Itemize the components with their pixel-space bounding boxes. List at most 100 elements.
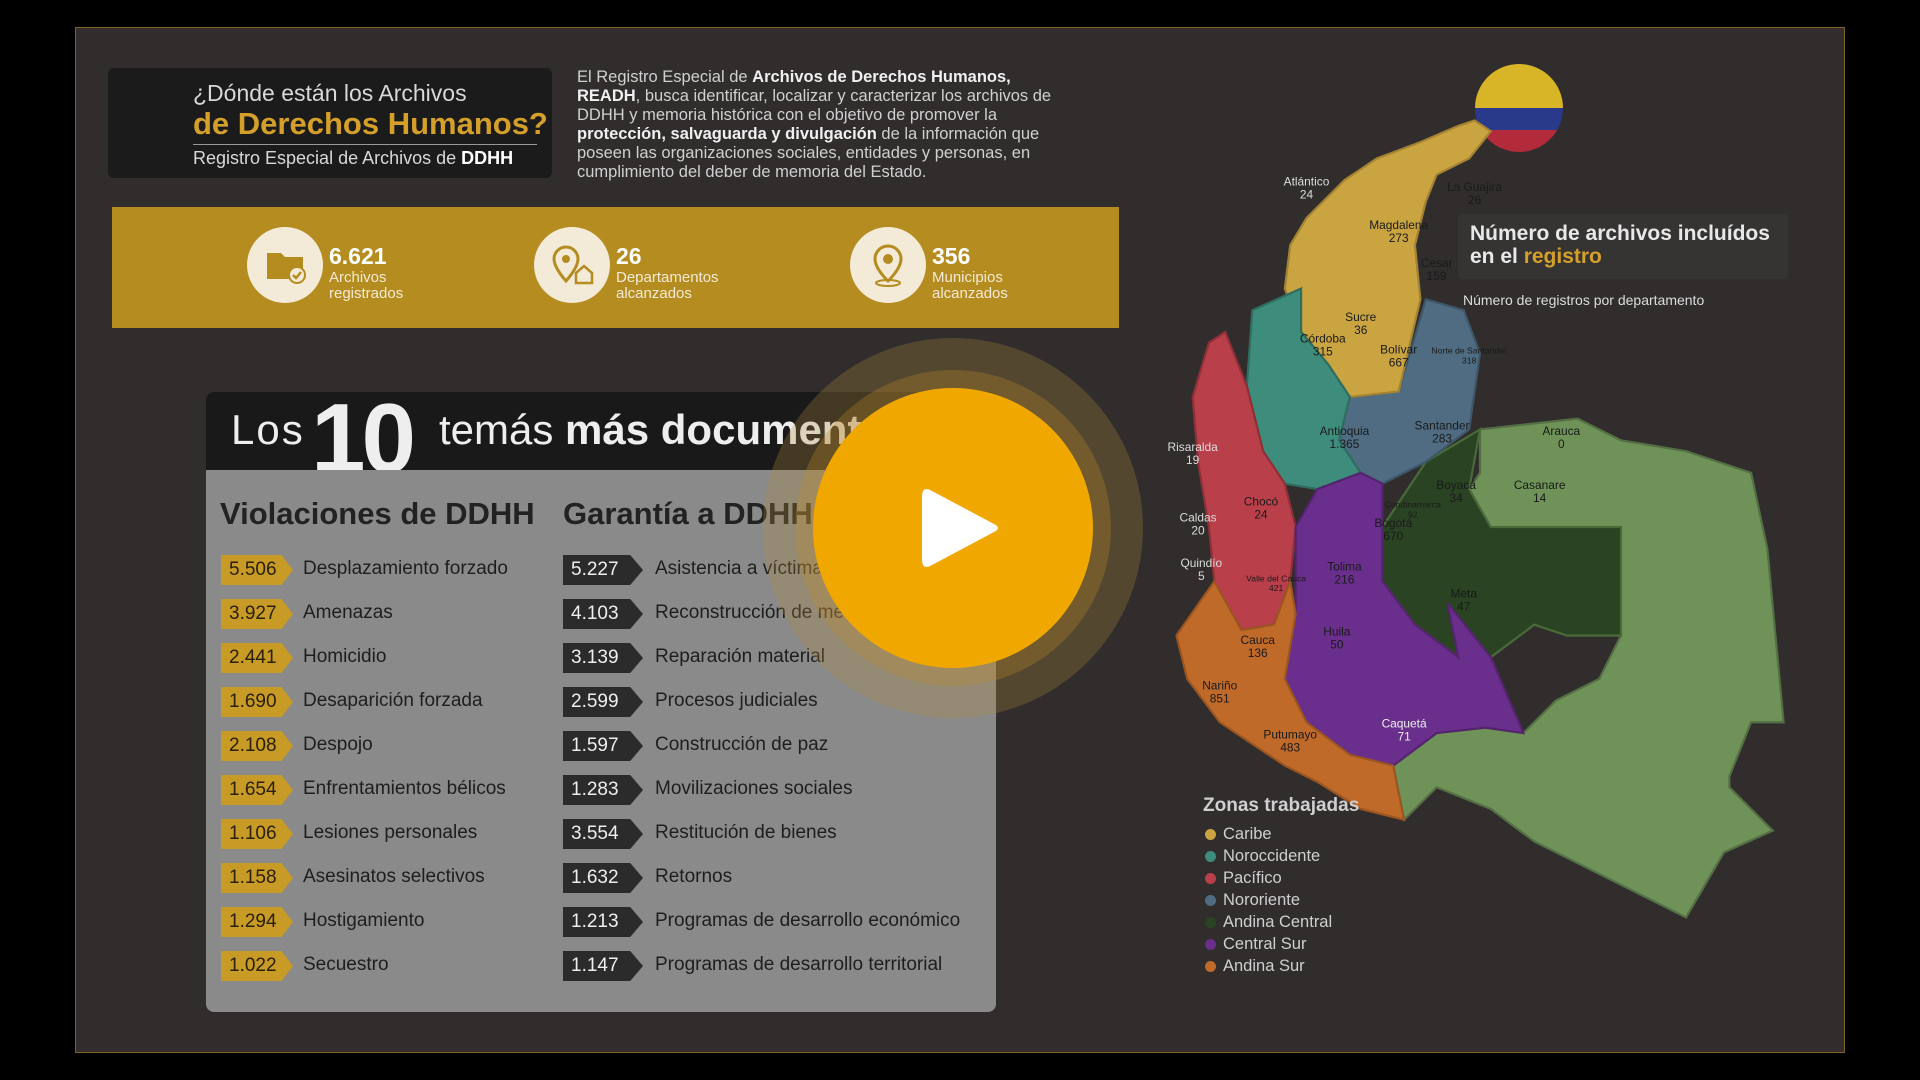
legend-item: Central Sur <box>1203 933 1359 955</box>
dept-name: Cesar <box>1421 256 1453 270</box>
legend-label: Caribe <box>1223 825 1272 843</box>
dept-value: 851 <box>1210 692 1230 706</box>
dept-value: 5 <box>1198 569 1205 583</box>
count-badge: 3.927 <box>221 599 293 629</box>
dept-name: Bogotá <box>1374 516 1412 530</box>
legend-dot <box>1205 829 1216 840</box>
topic-label: Programas de desarrollo económico <box>655 910 961 931</box>
legend-title: Zonas trabajadas <box>1203 795 1360 816</box>
stat-label: Archivos registrados <box>329 269 404 302</box>
dept-value: 159 <box>1427 269 1447 283</box>
legend-item: Andina Sur <box>1203 955 1359 977</box>
title-block: ¿Dónde están los Archivos de Derechos Hu… <box>108 68 552 178</box>
topic-label: Asesinatos selectivos <box>303 866 485 887</box>
legend-dot <box>1205 895 1216 906</box>
folder-check-icon <box>247 227 323 303</box>
count-badge: 2.108 <box>221 731 293 761</box>
count-badge: 3.554 <box>563 819 643 849</box>
dept-value: 0 <box>1558 437 1565 451</box>
legend-dot <box>1205 917 1216 928</box>
dept-value: 24 <box>1300 187 1314 201</box>
dept-name: Caquetá <box>1382 717 1427 731</box>
dept-value: 1.365 <box>1330 437 1360 451</box>
dept-name: Arauca <box>1542 424 1580 438</box>
location-pin-icon <box>850 227 926 303</box>
violaciones-title: Violaciones de DDHH <box>220 496 535 531</box>
dept-name: Risaralda <box>1168 440 1219 454</box>
dept-value: 24 <box>1254 507 1268 521</box>
count-badge: 1.158 <box>221 863 293 893</box>
legend-dot <box>1205 939 1216 950</box>
dept-name: Atlántico <box>1284 174 1330 188</box>
dept-name: Nariño <box>1202 679 1237 693</box>
title-line-1: ¿Dónde están los Archivos <box>193 80 467 106</box>
topic-label: Hostigamiento <box>303 910 425 931</box>
topic-label: Restitución de bienes <box>655 822 837 843</box>
stats-bar: 6.621 Archivos registrados 26 Departamen… <box>112 207 1119 328</box>
legend-item: Pacífico <box>1203 867 1359 889</box>
dept-value: 216 <box>1335 572 1355 586</box>
topic-label: Enfrentamientos bélicos <box>303 778 506 799</box>
legend-label: Andina Sur <box>1223 957 1305 975</box>
play-button[interactable] <box>760 335 1146 721</box>
dept-name: Antioquia <box>1320 424 1370 438</box>
map-legend: Zonas trabajadas Caribe Noroccidente Pacíf… <box>1203 795 1359 977</box>
legend-item: Andina Central <box>1203 911 1359 933</box>
stat-value: 6.621 <box>329 243 387 269</box>
title-line-2: de Derechos Humanos? <box>193 106 548 141</box>
dept-name: Boyacá <box>1436 478 1476 492</box>
dept-value: 26 <box>1468 193 1482 207</box>
topic-label: Despojo <box>303 734 373 755</box>
dept-value: 36 <box>1354 323 1368 337</box>
dept-value: 34 <box>1450 491 1464 505</box>
count-badge: 1.283 <box>563 775 643 805</box>
dept-name: Santander <box>1415 418 1470 432</box>
dept-name: Sucre <box>1345 310 1376 324</box>
dept-name: Norte de Santander <box>1431 346 1507 356</box>
count-badge: 1.294 <box>221 907 293 937</box>
topic-label: Programas de desarrollo territorial <box>655 954 943 975</box>
location-home-icon <box>534 227 610 303</box>
legend-label: Pacífico <box>1223 869 1282 887</box>
count-badge: 1.632 <box>563 863 643 893</box>
dept-name: Cauca <box>1240 633 1275 647</box>
legend-label: Nororiente <box>1223 891 1301 909</box>
dept-name: Córdoba <box>1300 332 1346 346</box>
legend-item: Caribe <box>1203 823 1359 845</box>
dept-name: La Guajira <box>1447 180 1502 194</box>
dept-name: Chocó <box>1244 494 1279 508</box>
count-badge: 4.103 <box>563 599 643 629</box>
dept-value: 273 <box>1389 231 1409 245</box>
legend-label: Central Sur <box>1223 935 1307 953</box>
dept-value: 483 <box>1280 741 1300 755</box>
legend-label: Andina Central <box>1223 913 1333 931</box>
topic-label: Movilizaciones sociales <box>655 778 853 799</box>
legend-items: Caribe Noroccidente Pacífico Nororiente Andi… <box>1203 823 1359 977</box>
count-badge: 1.597 <box>563 731 643 761</box>
dept-value: 19 <box>1186 453 1200 467</box>
dept-name: Cundinamarca <box>1385 500 1441 510</box>
count-badge: 2.599 <box>563 687 643 717</box>
count-badge: 2.441 <box>221 643 293 673</box>
topic-label: Construcción de paz <box>655 734 829 755</box>
count-badge: 1.022 <box>221 951 293 981</box>
dept-value: 670 <box>1383 529 1403 543</box>
title-divider <box>193 144 537 145</box>
topic-label: Lesiones personales <box>303 822 478 843</box>
legend-item: Nororiente <box>1203 889 1359 911</box>
intro-text: El Registro Especial de Archivos de Dere… <box>577 68 1052 181</box>
dept-name: Quindío <box>1180 556 1222 570</box>
topic-label: Secuestro <box>303 954 389 975</box>
count-badge: 1.147 <box>563 951 643 981</box>
dept-value: 667 <box>1389 356 1409 370</box>
legend-dot <box>1205 961 1216 972</box>
count-badge: 5.506 <box>221 555 293 585</box>
dept-name: Caldas <box>1180 511 1217 525</box>
title-line-3: Registro Especial de Archivos de DDHH <box>193 148 514 168</box>
topic-label: Retornos <box>655 866 733 887</box>
legend-dot <box>1205 851 1216 862</box>
legend-label: Noroccidente <box>1223 847 1321 865</box>
dept-value: 318 <box>1462 355 1477 365</box>
topic-label: Amenazas <box>303 602 393 623</box>
stat-label: Departamentos alcanzados <box>616 269 719 302</box>
